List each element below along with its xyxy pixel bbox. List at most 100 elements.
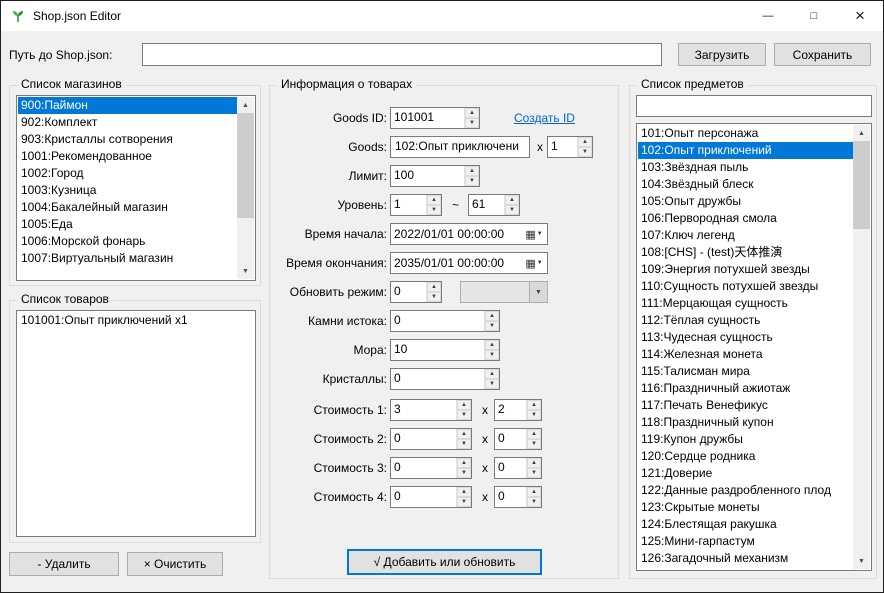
list-item[interactable]: 113:Чудесная сущность (638, 329, 853, 346)
list-item[interactable]: 121:Доверие (638, 465, 853, 482)
spinner-up-icon[interactable]: ▲ (457, 429, 471, 439)
list-item[interactable]: 110:Сущность потухшей звезды (638, 278, 853, 295)
spinner-up-icon[interactable]: ▲ (527, 458, 541, 468)
spinner-down-icon[interactable]: ▼ (527, 410, 541, 420)
spinner-up-icon[interactable]: ▲ (505, 195, 519, 205)
clear-button[interactable]: × Очистить (127, 552, 223, 576)
delete-button[interactable]: - Удалить (9, 552, 119, 576)
spinner-up-icon[interactable]: ▲ (427, 282, 441, 292)
spinner-up-icon[interactable]: ▲ (485, 340, 499, 350)
list-item[interactable]: 107:Ключ легенд (638, 227, 853, 244)
list-item[interactable]: 114:Железная монета (638, 346, 853, 363)
spinner-up-icon[interactable]: ▲ (527, 429, 541, 439)
spinner-down-icon[interactable]: ▼ (578, 147, 592, 157)
spinner-down-icon[interactable]: ▼ (457, 410, 471, 420)
close-button[interactable]: × (837, 1, 883, 31)
item-listbox[interactable]: 101:Опыт персонажа102:Опыт приключений10… (636, 123, 872, 571)
level-max-field[interactable]: 61 ▲▼ (468, 194, 520, 216)
goods-count-field[interactable]: 1 ▲▼ (547, 136, 593, 158)
level-min-field[interactable]: 1 ▲▼ (390, 194, 442, 216)
spinner-down-icon[interactable]: ▼ (457, 497, 471, 507)
goods-listbox[interactable]: 101001:Опыт приключений x1 (16, 310, 256, 537)
cost3-count-field[interactable]: 0 ▲▼ (494, 457, 542, 479)
list-item[interactable]: 903:Кристаллы сотворения (18, 131, 237, 148)
list-item[interactable]: 125:Мини-гарпастум (638, 533, 853, 550)
scroll-down-icon[interactable]: ▼ (853, 553, 870, 569)
spinner-up-icon[interactable]: ▲ (457, 487, 471, 497)
list-item[interactable]: 118:Праздничный купон (638, 414, 853, 431)
list-item[interactable]: 102:Опыт приключений (638, 142, 853, 159)
list-item[interactable]: 1005:Еда (18, 216, 237, 233)
add-or-update-button[interactable]: √ Добавить или обновить (347, 549, 542, 575)
spinner-up-icon[interactable]: ▲ (578, 137, 592, 147)
cost3-id-field[interactable]: 0 ▲▼ (390, 457, 472, 479)
scroll-down-icon[interactable]: ▼ (237, 263, 254, 279)
refresh-mode-field[interactable]: 0 ▲▼ (390, 281, 442, 303)
list-item[interactable]: 108:[CHS] - (test)天体推演 (638, 244, 853, 261)
spinner-down-icon[interactable]: ▼ (465, 118, 479, 128)
spinner-down-icon[interactable]: ▼ (485, 379, 499, 389)
primogem-field[interactable]: 0 ▲▼ (390, 310, 500, 332)
spinner-down-icon[interactable]: ▼ (485, 350, 499, 360)
spinner-up-icon[interactable]: ▲ (457, 458, 471, 468)
list-item[interactable]: 111:Мерцающая сущность (638, 295, 853, 312)
list-item[interactable]: 126:Загадочный механизм (638, 550, 853, 567)
list-item[interactable]: 124:Блестящая ракушка (638, 516, 853, 533)
cost2-id-field[interactable]: 0 ▲▼ (390, 428, 472, 450)
spinner-down-icon[interactable]: ▼ (505, 205, 519, 215)
list-item[interactable]: 115:Талисман мира (638, 363, 853, 380)
list-item[interactable]: 900:Паймон (18, 97, 237, 114)
spinner-down-icon[interactable]: ▼ (527, 468, 541, 478)
combo-arrow-icon[interactable]: ▼ (529, 282, 547, 302)
datetime-dropdown-button[interactable]: ▦ ▼ (521, 253, 547, 273)
cost1-id-field[interactable]: 3 ▲▼ (390, 399, 472, 421)
item-search-input[interactable] (636, 95, 872, 117)
list-item[interactable]: 119:Купон дружбы (638, 431, 853, 448)
item-list-scrollbar[interactable]: ▲ ▼ (853, 125, 870, 569)
limit-field[interactable]: 100 ▲▼ (390, 165, 480, 187)
goods-id-field[interactable]: 101001 ▲▼ (390, 107, 480, 129)
list-item[interactable]: 1001:Рекомендованное (18, 148, 237, 165)
begin-time-picker[interactable]: 2022/01/01 00:00:00 ▦ ▼ (390, 223, 548, 245)
end-time-picker[interactable]: 2035/01/01 00:00:00 ▦ ▼ (390, 252, 548, 274)
cost2-count-field[interactable]: 0 ▲▼ (494, 428, 542, 450)
spinner-down-icon[interactable]: ▼ (427, 292, 441, 302)
cost4-id-field[interactable]: 0 ▲▼ (390, 486, 472, 508)
spinner-up-icon[interactable]: ▲ (527, 487, 541, 497)
list-item[interactable]: 104:Звёздный блеск (638, 176, 853, 193)
minimize-button[interactable]: — (745, 1, 791, 31)
list-item[interactable]: 902:Комплект (18, 114, 237, 131)
spinner-up-icon[interactable]: ▲ (465, 108, 479, 118)
load-button[interactable]: Загрузить (678, 43, 766, 66)
list-item[interactable]: 105:Опыт дружбы (638, 193, 853, 210)
save-button[interactable]: Сохранить (774, 43, 871, 66)
list-item[interactable]: 101:Опыт персонажа (638, 125, 853, 142)
create-id-link[interactable]: Создать ID (514, 111, 575, 125)
list-item[interactable]: 109:Энергия потухшей звезды (638, 261, 853, 278)
list-item[interactable]: 116:Праздничный ажиотаж (638, 380, 853, 397)
goods-field[interactable]: 102:Опыт приключени (390, 136, 530, 158)
spinner-down-icon[interactable]: ▼ (457, 439, 471, 449)
list-item[interactable]: 117:Печать Венефикус (638, 397, 853, 414)
list-item[interactable]: 123:Скрытые монеты (638, 499, 853, 516)
cost1-count-field[interactable]: 2 ▲▼ (494, 399, 542, 421)
list-item[interactable]: 106:Первородная смола (638, 210, 853, 227)
path-input[interactable] (142, 43, 662, 66)
scroll-up-icon[interactable]: ▲ (237, 97, 254, 113)
spinner-up-icon[interactable]: ▲ (465, 166, 479, 176)
spinner-up-icon[interactable]: ▲ (427, 195, 441, 205)
list-item[interactable]: 1007:Виртуальный магазин (18, 250, 237, 267)
list-item[interactable]: 101001:Опыт приключений x1 (18, 312, 254, 329)
spinner-up-icon[interactable]: ▲ (485, 369, 499, 379)
list-item[interactable]: 103:Звёздная пыль (638, 159, 853, 176)
maximize-button[interactable]: □ (791, 1, 837, 31)
spinner-down-icon[interactable]: ▼ (527, 497, 541, 507)
list-item[interactable]: 120:Сердце родника (638, 448, 853, 465)
list-item[interactable]: 122:Данные раздробленного плод (638, 482, 853, 499)
crystal-field[interactable]: 0 ▲▼ (390, 368, 500, 390)
spinner-up-icon[interactable]: ▲ (457, 400, 471, 410)
spinner-down-icon[interactable]: ▼ (457, 468, 471, 478)
scrollbar-track[interactable] (237, 113, 254, 263)
scrollbar-thumb[interactable] (853, 141, 870, 229)
list-item[interactable]: 1003:Кузница (18, 182, 237, 199)
